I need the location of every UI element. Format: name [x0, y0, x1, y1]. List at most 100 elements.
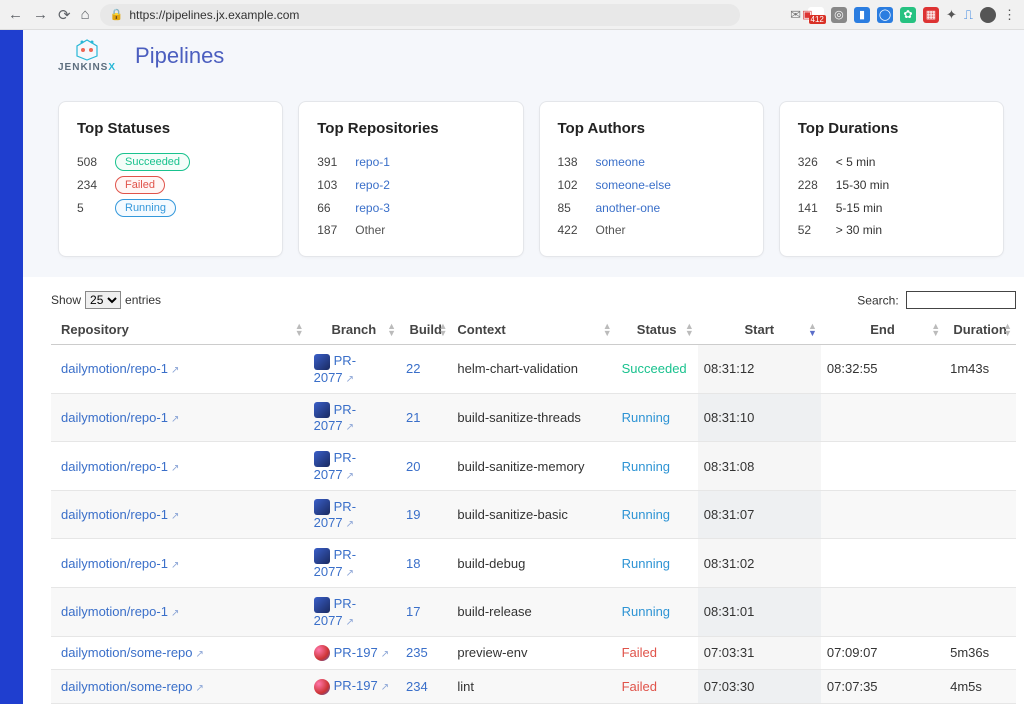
cast-icon[interactable]: ⎍	[964, 7, 973, 23]
external-link-icon[interactable]: ↗	[346, 471, 354, 482]
card-title: Top Repositories	[317, 120, 504, 137]
card-link[interactable]: another-one	[596, 197, 661, 220]
branch-link[interactable]: PR-197	[334, 645, 378, 660]
build-link[interactable]: 18	[406, 556, 420, 571]
card-link[interactable]: repo-3	[355, 197, 390, 220]
card-link[interactable]: someone	[596, 151, 645, 174]
external-link-icon[interactable]: ↗	[381, 682, 389, 693]
duration-cell	[944, 393, 1016, 442]
col-header-start[interactable]: Start ▲▼	[698, 315, 821, 345]
external-link-icon[interactable]: ↗	[346, 617, 354, 628]
jenkinsx-logo[interactable]: JENKINSX	[58, 38, 115, 73]
card-title: Top Authors	[558, 120, 745, 137]
ext-icon-4[interactable]: ◯	[877, 7, 893, 23]
start-cell: 08:31:07	[698, 490, 821, 539]
card-title: Top Statuses	[77, 120, 264, 137]
url-bar[interactable]: 🔒 https://pipelines.jx.example.com	[100, 4, 740, 26]
col-header-duration[interactable]: Duration ▲▼	[944, 315, 1016, 345]
repo-link[interactable]: dailymotion/repo-1	[61, 410, 168, 425]
card-link[interactable]: repo-2	[355, 174, 390, 197]
build-link[interactable]: 19	[406, 507, 420, 522]
avatar-icon[interactable]	[980, 7, 996, 23]
card-link[interactable]: someone-else	[596, 174, 671, 197]
end-cell	[821, 393, 944, 442]
ext-icon-5[interactable]: ✿	[900, 7, 916, 23]
card-row: 1415-15 min	[798, 197, 985, 220]
col-header-repository[interactable]: Repository ▲▼	[51, 315, 308, 345]
card-row: 22815-30 min	[798, 174, 985, 197]
author-avatar	[314, 451, 330, 467]
col-header-build[interactable]: Build ▲▼	[400, 315, 451, 345]
external-link-icon[interactable]: ↗	[196, 683, 204, 694]
reload-icon[interactable]: ⟳	[58, 6, 71, 24]
build-link[interactable]: 22	[406, 361, 420, 376]
repo-link[interactable]: dailymotion/repo-1	[61, 604, 168, 619]
col-header-branch[interactable]: Branch ▲▼	[308, 315, 400, 345]
build-link[interactable]: 20	[406, 459, 420, 474]
extensions-icon[interactable]: ✦	[946, 7, 957, 23]
browser-chrome: ← → ⟳ ⌂ 🔒 https://pipelines.jx.example.c…	[0, 0, 1024, 30]
search-input[interactable]	[906, 291, 1016, 309]
col-header-context[interactable]: Context ▲▼	[451, 315, 615, 345]
external-link-icon[interactable]: ↗	[346, 519, 354, 530]
card-row: 326< 5 min	[798, 151, 985, 174]
lock-icon: 🔒	[110, 8, 124, 21]
repo-link[interactable]: dailymotion/repo-1	[61, 361, 168, 376]
home-icon[interactable]: ⌂	[81, 6, 90, 24]
col-header-status[interactable]: Status ▲▼	[616, 315, 698, 345]
status-pill-running[interactable]: Running	[115, 199, 176, 217]
show-label: Show	[51, 293, 81, 307]
card-link[interactable]: repo-1	[355, 151, 390, 174]
menu-icon[interactable]: ⋮	[1003, 7, 1016, 23]
repo-link[interactable]: dailymotion/some-repo	[61, 679, 193, 694]
repo-link[interactable]: dailymotion/some-repo	[61, 645, 193, 660]
external-link-icon[interactable]: ↗	[171, 463, 179, 474]
status-running: Running	[622, 507, 670, 522]
start-cell: 08:31:02	[698, 539, 821, 588]
end-cell	[821, 442, 944, 491]
repo-link[interactable]: dailymotion/repo-1	[61, 459, 168, 474]
pipelines-table: Repository ▲▼ Branch ▲▼ Build ▲▼ Context…	[51, 315, 1016, 704]
external-link-icon[interactable]: ↗	[171, 560, 179, 571]
page-size-select[interactable]: 25	[85, 291, 121, 309]
table-row: dailymotion/repo-1↗ PR-2077↗ 20 build-sa…	[51, 442, 1016, 491]
ext-icon-2[interactable]: ◎	[831, 7, 847, 23]
status-running: Running	[622, 604, 670, 619]
table-row: dailymotion/repo-1↗ PR-2077↗ 17 build-re…	[51, 588, 1016, 637]
external-link-icon[interactable]: ↗	[381, 649, 389, 660]
col-header-end[interactable]: End ▲▼	[821, 315, 944, 345]
status-row: 234 Failed	[77, 174, 264, 197]
back-icon[interactable]: ←	[8, 6, 23, 24]
table-row: dailymotion/repo-1↗ PR-2077↗ 18 build-de…	[51, 539, 1016, 588]
card-top-durations: Top Durations 326< 5 min 22815-30 min 14…	[779, 101, 1004, 257]
external-link-icon[interactable]: ↗	[171, 414, 179, 425]
status-pill-succeeded[interactable]: Succeeded	[115, 153, 190, 171]
end-cell	[821, 539, 944, 588]
external-link-icon[interactable]: ↗	[171, 608, 179, 619]
page-header: JENKINSX Pipelines Top Statuses 508 Succ…	[23, 30, 1024, 277]
start-cell: 08:31:01	[698, 588, 821, 637]
repo-link[interactable]: dailymotion/repo-1	[61, 507, 168, 522]
build-link[interactable]: 234	[406, 679, 428, 694]
external-link-icon[interactable]: ↗	[196, 649, 204, 660]
ext-badge-icon[interactable]: ▣412	[808, 7, 824, 23]
ext-icon-6[interactable]: ▦	[923, 7, 939, 23]
repo-link[interactable]: dailymotion/repo-1	[61, 556, 168, 571]
external-link-icon[interactable]: ↗	[346, 422, 354, 433]
author-avatar	[314, 679, 330, 695]
external-link-icon[interactable]: ↗	[171, 511, 179, 522]
status-pill-failed[interactable]: Failed	[115, 176, 165, 194]
branch-link[interactable]: PR-197	[334, 678, 378, 693]
mail-icon[interactable]: ✉	[790, 7, 801, 23]
status-failed: Failed	[622, 679, 657, 694]
url-text: https://pipelines.jx.example.com	[129, 8, 299, 22]
forward-icon[interactable]: →	[33, 6, 48, 24]
external-link-icon[interactable]: ↗	[346, 374, 354, 385]
external-link-icon[interactable]: ↗	[346, 568, 354, 579]
external-link-icon[interactable]: ↗	[171, 365, 179, 376]
duration-cell: 4m5s	[944, 670, 1016, 704]
build-link[interactable]: 21	[406, 410, 420, 425]
ext-icon-3[interactable]: ▮	[854, 7, 870, 23]
build-link[interactable]: 235	[406, 645, 428, 660]
build-link[interactable]: 17	[406, 604, 420, 619]
